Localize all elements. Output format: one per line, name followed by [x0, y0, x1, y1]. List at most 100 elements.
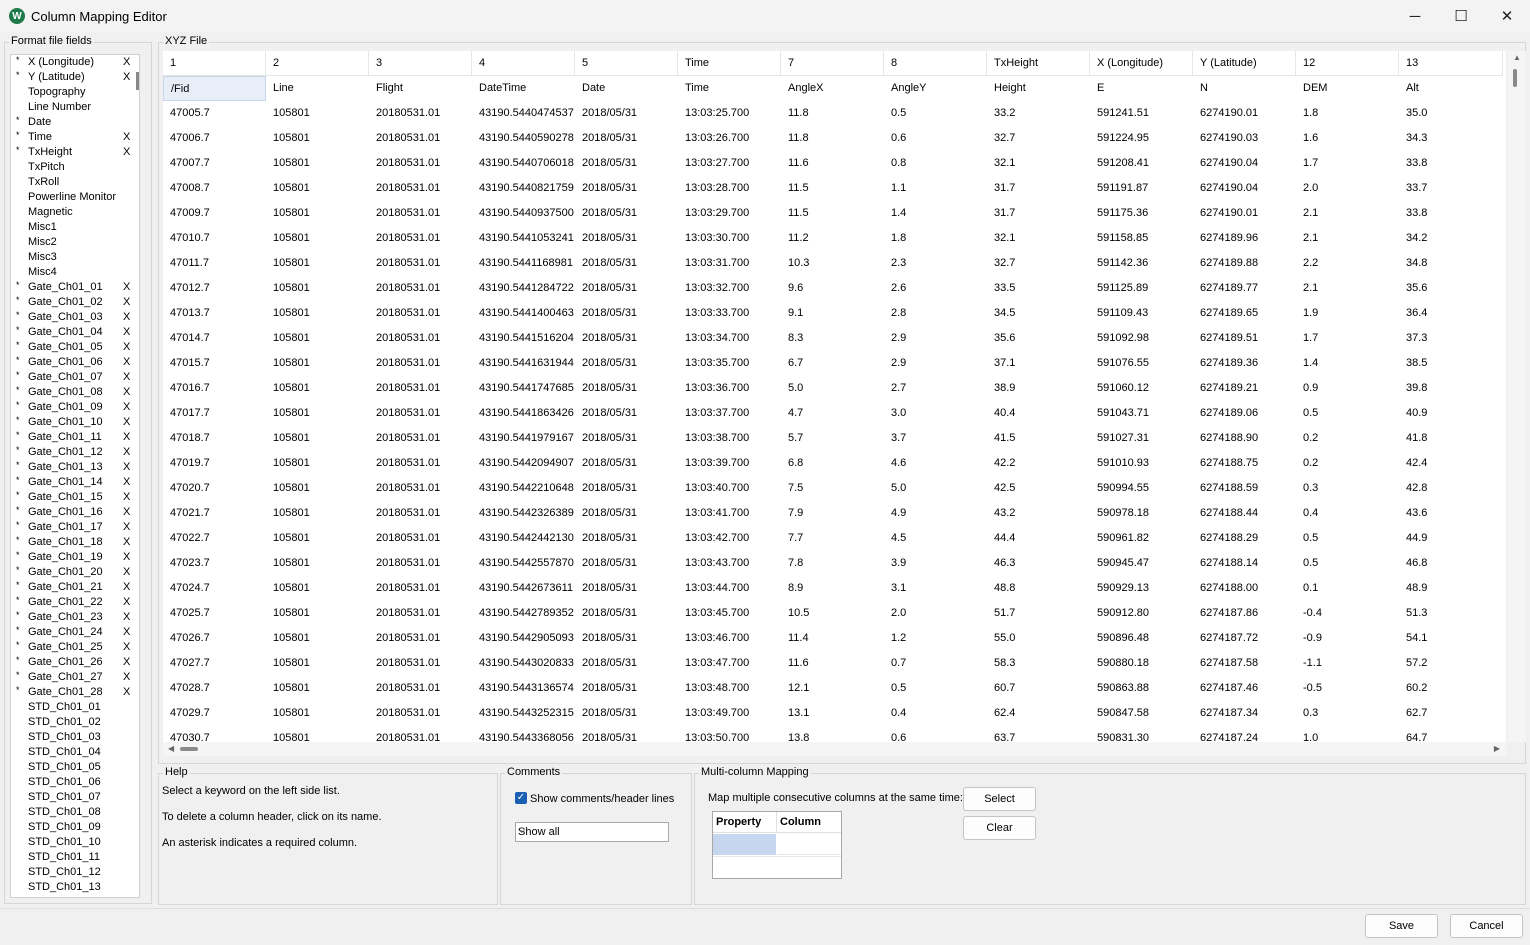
grid-cell[interactable]: 2018/05/31: [575, 301, 678, 326]
field-item[interactable]: STD_Ch01_07: [11, 790, 139, 805]
grid-cell[interactable]: 0.8: [884, 151, 987, 176]
grid-cell[interactable]: 20180531.01: [369, 101, 472, 126]
scroll-up-icon[interactable]: ▲: [1513, 53, 1521, 62]
grid-cell[interactable]: 43190.5440821759: [472, 176, 575, 201]
field-item[interactable]: STD_Ch01_13: [11, 880, 139, 895]
mapped-mark-icon[interactable]: X: [123, 70, 130, 85]
grid-cell[interactable]: 43190.5442673611: [472, 576, 575, 601]
grid-cell[interactable]: 1.8: [1296, 101, 1399, 126]
grid-cell[interactable]: 12.1: [781, 676, 884, 701]
field-item[interactable]: * Gate_Ch01_12 X: [11, 445, 139, 460]
grid-cell[interactable]: 0.5: [884, 101, 987, 126]
grid-cell[interactable]: 591109.43: [1090, 301, 1193, 326]
grid-cell[interactable]: 4.6: [884, 451, 987, 476]
grid-cell[interactable]: 43190.5442442130: [472, 526, 575, 551]
field-item[interactable]: * Gate_Ch01_22 X: [11, 595, 139, 610]
grid-cell[interactable]: 20180531.01: [369, 351, 472, 376]
grid-cell[interactable]: 47006.7: [163, 126, 266, 151]
field-item[interactable]: STD_Ch01_01: [11, 700, 139, 715]
grid-cell[interactable]: 20180531.01: [369, 701, 472, 726]
grid-cell[interactable]: 5.0: [884, 476, 987, 501]
grid-cell[interactable]: 2018/05/31: [575, 651, 678, 676]
mapping-header-cell[interactable]: 5: [575, 51, 678, 76]
grid-cell[interactable]: 4.5: [884, 526, 987, 551]
grid-cell[interactable]: 105801: [266, 726, 369, 742]
file-header-cell[interactable]: AngleY: [884, 76, 987, 101]
mapped-mark-icon[interactable]: X: [123, 580, 130, 595]
grid-cell[interactable]: 8.9: [781, 576, 884, 601]
grid-cell[interactable]: 43190.5441053241: [472, 226, 575, 251]
grid-cell[interactable]: 47029.7: [163, 701, 266, 726]
grid-cell[interactable]: 48.8: [987, 576, 1090, 601]
grid-cell[interactable]: 7.9: [781, 501, 884, 526]
grid-cell[interactable]: 47007.7: [163, 151, 266, 176]
grid-cell[interactable]: 34.3: [1399, 126, 1503, 151]
grid-cell[interactable]: 2018/05/31: [575, 476, 678, 501]
grid-cell[interactable]: 2018/05/31: [575, 126, 678, 151]
grid-cell[interactable]: 0.4: [1296, 501, 1399, 526]
grid-cell[interactable]: 43190.5440590278: [472, 126, 575, 151]
grid-cell[interactable]: 2018/05/31: [575, 601, 678, 626]
mapped-mark-icon[interactable]: X: [123, 340, 130, 355]
grid-cell[interactable]: 0.6: [884, 126, 987, 151]
grid-cell[interactable]: 13:03:31.700: [678, 251, 781, 276]
grid-cell[interactable]: 43190.5442326389: [472, 501, 575, 526]
grid-cell[interactable]: 590929.13: [1090, 576, 1193, 601]
grid-cell[interactable]: 47015.7: [163, 351, 266, 376]
comments-filter-select[interactable]: Show all ⌵: [515, 822, 669, 842]
grid-cell[interactable]: 33.5: [987, 276, 1090, 301]
grid-cell[interactable]: 6274189.21: [1193, 376, 1296, 401]
grid-cell[interactable]: 105801: [266, 151, 369, 176]
grid-cell[interactable]: 47014.7: [163, 326, 266, 351]
grid-cell[interactable]: 105801: [266, 526, 369, 551]
grid-cell[interactable]: 34.8: [1399, 251, 1503, 276]
grid-cell[interactable]: 10.5: [781, 601, 884, 626]
grid-cell[interactable]: 20180531.01: [369, 676, 472, 701]
grid-cell[interactable]: 13:03:29.700: [678, 201, 781, 226]
grid-cell[interactable]: 13:03:43.700: [678, 551, 781, 576]
grid-cell[interactable]: 105801: [266, 551, 369, 576]
grid-cell[interactable]: 42.4: [1399, 451, 1503, 476]
grid-cell[interactable]: 43190.5441747685: [472, 376, 575, 401]
grid-cell[interactable]: 20180531.01: [369, 476, 472, 501]
grid-cell[interactable]: 35.6: [1399, 276, 1503, 301]
grid-cell[interactable]: 2018/05/31: [575, 176, 678, 201]
grid-cell[interactable]: 47025.7: [163, 601, 266, 626]
mapping-header-cell[interactable]: Time: [678, 51, 781, 76]
grid-cell[interactable]: 2018/05/31: [575, 326, 678, 351]
grid-cell[interactable]: 43190.5443136574: [472, 676, 575, 701]
grid-cell[interactable]: 6274189.77: [1193, 276, 1296, 301]
field-item[interactable]: * Date: [11, 115, 139, 130]
grid-cell[interactable]: 591125.89: [1090, 276, 1193, 301]
grid-cell[interactable]: 62.4: [987, 701, 1090, 726]
grid-cell[interactable]: 47020.7: [163, 476, 266, 501]
grid-cell[interactable]: 6274188.14: [1193, 551, 1296, 576]
grid-cell[interactable]: 2018/05/31: [575, 426, 678, 451]
grid-cell[interactable]: 63.7: [987, 726, 1090, 742]
grid-cell[interactable]: 591092.98: [1090, 326, 1193, 351]
grid-cell[interactable]: 36.4: [1399, 301, 1503, 326]
grid-cell[interactable]: 13:03:28.700: [678, 176, 781, 201]
mapped-mark-icon[interactable]: X: [123, 565, 130, 580]
mapping-header-cell[interactable]: TxHeight: [987, 51, 1090, 76]
grid-cell[interactable]: 2018/05/31: [575, 251, 678, 276]
grid-cell[interactable]: 591175.36: [1090, 201, 1193, 226]
grid-cell[interactable]: 33.2: [987, 101, 1090, 126]
field-item[interactable]: * Time X: [11, 130, 139, 145]
file-header-cell[interactable]: AngleX: [781, 76, 884, 101]
mapped-mark-icon[interactable]: X: [123, 520, 130, 535]
show-comments-label[interactable]: Show comments/header lines: [530, 793, 674, 805]
field-item[interactable]: STD_Ch01_06: [11, 775, 139, 790]
grid-cell[interactable]: 20180531.01: [369, 176, 472, 201]
grid-cell[interactable]: 2018/05/31: [575, 501, 678, 526]
grid-cell[interactable]: 35.6: [987, 326, 1090, 351]
grid-cell[interactable]: 37.1: [987, 351, 1090, 376]
grid-cell[interactable]: 20180531.01: [369, 726, 472, 742]
grid-cell[interactable]: 6274189.96: [1193, 226, 1296, 251]
grid-cell[interactable]: 2.3: [884, 251, 987, 276]
xyz-data-grid[interactable]: 1 2 3 4 5 Time 7 8 TxHeight X (Longitude) Y (Latit…: [163, 51, 1506, 742]
grid-cell[interactable]: 48.9: [1399, 576, 1503, 601]
grid-cell[interactable]: 6274190.04: [1193, 151, 1296, 176]
grid-cell[interactable]: 6274187.72: [1193, 626, 1296, 651]
grid-cell[interactable]: 33.8: [1399, 151, 1503, 176]
